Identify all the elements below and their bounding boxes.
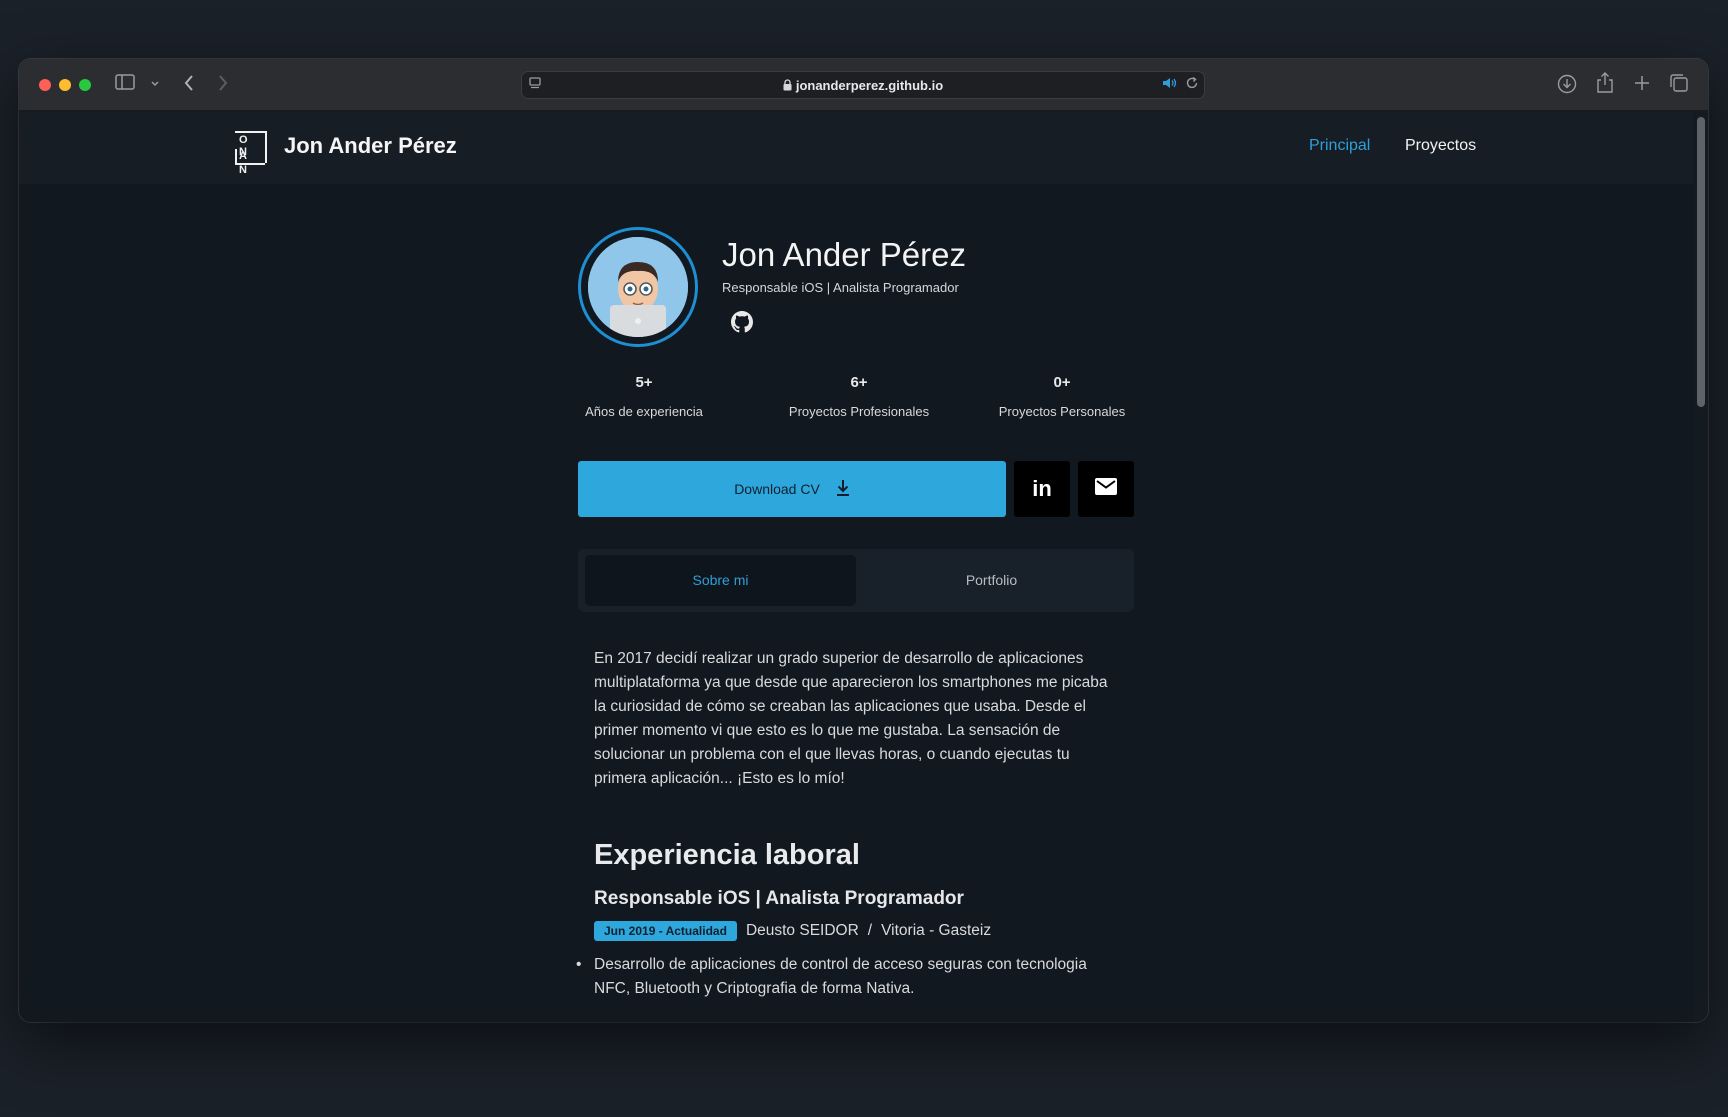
stat-label: Años de experiencia <box>585 404 703 419</box>
stat-value: 0+ <box>1053 374 1071 391</box>
chevron-down-icon[interactable] <box>150 75 160 95</box>
download-cv-button[interactable]: Download CV <box>578 461 1006 517</box>
minimize-window-button[interactable] <box>59 79 71 91</box>
downloads-icon[interactable] <box>1557 74 1577 100</box>
lock-icon <box>783 79 792 94</box>
stat-label: Proyectos Personales <box>998 404 1126 419</box>
job-title: Responsable iOS | Analista Programador <box>594 888 964 909</box>
share-icon[interactable] <box>1596 72 1614 100</box>
github-icon[interactable] <box>731 311 753 333</box>
profile-name: Jon Ander Pérez <box>722 236 966 273</box>
stat-years-experience: 5+ Años de experiencia <box>578 374 710 419</box>
stat-label: Proyectos Profesionales <box>788 404 930 419</box>
memoji-avatar-image <box>588 237 688 337</box>
close-window-button[interactable] <box>39 79 51 91</box>
profile-tabs: Sobre mi Portfolio <box>578 549 1134 612</box>
web-page: O N A N Jon Ander Pérez Principal Proyec… <box>19 112 1693 1022</box>
mail-icon <box>1095 478 1117 500</box>
url-text: jonanderperez.github.io <box>795 78 944 93</box>
job-bullet: Desarrollo de aplicaciones de control de… <box>576 953 1124 1001</box>
job-meta-separator: / <box>867 922 873 939</box>
new-tab-icon[interactable] <box>1633 74 1651 98</box>
back-icon[interactable] <box>183 74 195 98</box>
job-period-badge: Jun 2019 - Actualidad <box>594 921 737 941</box>
profile-avatar <box>578 227 698 347</box>
linkedin-button[interactable]: in <box>1014 461 1070 517</box>
job-meta: Jun 2019 - Actualidad Deusto SEIDOR / Vi… <box>594 921 991 941</box>
download-cv-label: Download CV <box>734 481 820 497</box>
download-icon <box>836 479 850 500</box>
stat-value: 5+ <box>635 374 653 391</box>
logo-text-bottom: A N <box>235 149 265 176</box>
stat-professional-projects: 6+ Proyectos Profesionales <box>774 374 944 419</box>
linkedin-icon: in <box>1032 476 1052 501</box>
site-navbar: O N A N Jon Ander Pérez Principal Proyec… <box>19 112 1693 184</box>
site-logo[interactable]: O N A N <box>235 131 267 176</box>
nav-link-proyectos[interactable]: Proyectos <box>1405 137 1476 155</box>
stat-personal-projects: 0+ Proyectos Personales <box>987 374 1137 419</box>
forward-icon[interactable] <box>217 74 229 98</box>
browser-window: jonanderperez.github.io O N A N Jon Ande… <box>19 59 1708 1022</box>
tab-portfolio[interactable]: Portfolio <box>856 555 1127 606</box>
reload-icon[interactable] <box>1185 76 1199 96</box>
job-location: Vitoria - Gasteiz <box>881 922 992 939</box>
profile-title: Responsable iOS | Analista Programador <box>722 280 959 295</box>
sidebar-toggle-icon[interactable] <box>115 74 135 96</box>
tab-sobre-mi[interactable]: Sobre mi <box>585 555 856 606</box>
url-field[interactable]: jonanderperez.github.io <box>522 78 1204 94</box>
browser-toolbar: jonanderperez.github.io <box>19 59 1708 111</box>
speaker-icon[interactable] <box>1162 76 1178 96</box>
stat-value: 6+ <box>850 374 868 391</box>
about-text: En 2017 decidí realizar un grado superio… <box>594 650 1108 787</box>
email-button[interactable] <box>1078 461 1134 517</box>
site-brand-name[interactable]: Jon Ander Pérez <box>284 133 457 159</box>
nav-link-principal[interactable]: Principal <box>1309 137 1370 155</box>
scrollbar-thumb[interactable] <box>1697 117 1705 407</box>
zoom-window-button[interactable] <box>79 79 91 91</box>
address-bar[interactable]: jonanderperez.github.io <box>521 71 1205 99</box>
experience-section-title: Experiencia laboral <box>594 839 860 871</box>
job-company: Deusto SEIDOR <box>745 922 859 939</box>
tab-overview-icon[interactable] <box>1669 73 1689 99</box>
